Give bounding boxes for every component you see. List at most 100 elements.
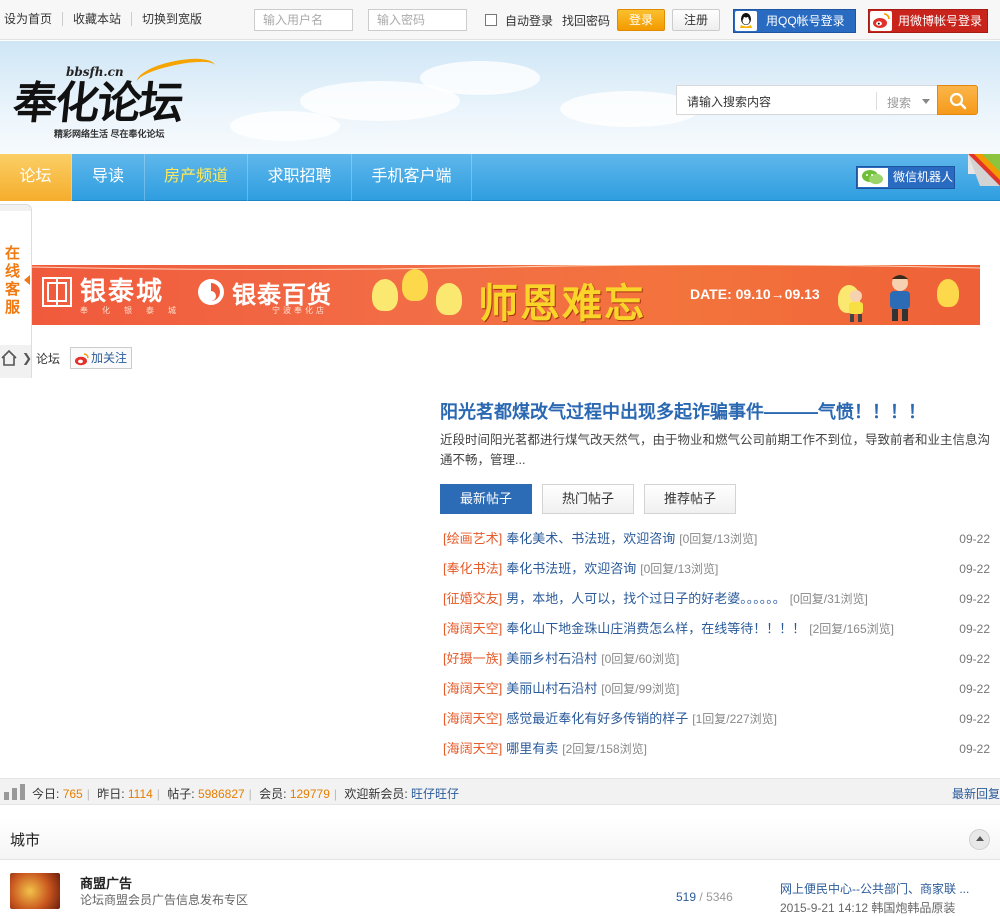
post-category[interactable]: [奉化书法] bbox=[443, 561, 502, 576]
post-category[interactable]: [海阔天空] bbox=[443, 711, 502, 726]
post-category[interactable]: [绘画艺术] bbox=[443, 531, 502, 546]
child-illustration bbox=[849, 290, 863, 322]
stats-row: 今日: 765 | 昨日: 1114 | 帖子: 5986827 | 会员: 1297… bbox=[32, 787, 460, 801]
forum-counts: 519 / 5346 bbox=[676, 890, 733, 904]
forum-post-count: 5346 bbox=[706, 890, 733, 904]
stat-posts: 5986827 bbox=[197, 787, 245, 801]
weibo-login-button[interactable]: 用微博帐号登录 bbox=[868, 9, 988, 33]
nav-item-forum[interactable]: 论坛 bbox=[0, 154, 72, 201]
wechat-robot-button[interactable]: 微信机器人 bbox=[856, 166, 955, 189]
cloud-decoration bbox=[230, 111, 340, 141]
username-input[interactable]: 输入用户名 bbox=[254, 9, 353, 31]
qq-login-button[interactable]: 用QQ帐号登录 bbox=[733, 9, 856, 33]
banner-brand2-sub: 宁波奉化店 bbox=[272, 306, 327, 315]
follow-label: 加关注 bbox=[91, 351, 128, 365]
featured-title[interactable]: 阳光茗都煤改气过程中出现多起诈骗事件———气愤！！！！ bbox=[440, 398, 926, 424]
city-section-title: 城市 bbox=[10, 832, 41, 849]
tab-latest[interactable]: 最新帖子 bbox=[440, 484, 532, 514]
main-nav: 论坛 导读 房产频道 求职招聘 手机客户端 微信机器人 bbox=[0, 154, 1000, 201]
post-title[interactable]: 美丽乡村石沿村 bbox=[506, 651, 597, 666]
post-date: 09-22 bbox=[959, 652, 990, 666]
post-stats: [0回复/31浏览] bbox=[789, 592, 868, 606]
forum-topic-count: 519 bbox=[676, 890, 697, 904]
search-button[interactable] bbox=[937, 85, 978, 115]
post-category[interactable]: [海阔天空] bbox=[443, 621, 502, 636]
post-title[interactable]: 感觉最近奉化有好多传销的样子 bbox=[506, 711, 688, 726]
forum-last-post-link[interactable]: 网上便民中心--公共部门、商家联 ... bbox=[780, 880, 969, 897]
post-title[interactable]: 美丽山村石沿村 bbox=[506, 681, 597, 696]
breadcrumb-current[interactable]: 论坛 bbox=[36, 350, 60, 367]
nav-item-mobile[interactable]: 手机客户端 bbox=[352, 154, 472, 201]
list-item: [海阔天空] 美丽山村石沿村 [0回复/99浏览] 09-22 bbox=[443, 679, 990, 709]
banner-slogan: 师恩难忘 bbox=[478, 280, 646, 325]
search-input[interactable]: 请输入搜索内容 bbox=[687, 93, 771, 110]
corner-ribbon bbox=[968, 154, 1000, 186]
list-item: [征婚交友] 男，本地，人可以，找个过日子的好老婆。。。。。。 [0回复/31浏览]… bbox=[443, 589, 990, 619]
tab-recommended[interactable]: 推荐帖子 bbox=[644, 484, 736, 514]
set-homepage-link[interactable]: 设为首页 bbox=[4, 12, 62, 26]
find-password-link[interactable]: 找回密码 bbox=[562, 12, 610, 29]
post-category[interactable]: [海阔天空] bbox=[443, 741, 502, 756]
new-member-link[interactable]: 旺仔旺仔 bbox=[411, 787, 459, 801]
nav-item-jobs[interactable]: 求职招聘 bbox=[248, 154, 352, 201]
collapse-toggle-icon[interactable] bbox=[969, 829, 990, 850]
qq-login-label: 用QQ帐号登录 bbox=[766, 14, 845, 28]
stat-yesterday-label: 昨日: bbox=[97, 787, 125, 801]
post-title[interactable]: 奉化山下地金珠山庄消费怎么样，在线等待！！！！ bbox=[506, 621, 805, 636]
post-stats: [1回复/227浏览] bbox=[692, 712, 777, 726]
nav-item-guide[interactable]: 导读 bbox=[72, 154, 145, 201]
banner-date: DATE: 09.10→09.13 bbox=[690, 286, 820, 302]
list-item: [好摄一族] 美丽乡村石沿村 [0回复/60浏览] 09-22 bbox=[443, 649, 990, 679]
search-box[interactable]: 请输入搜索内容 搜索 bbox=[676, 85, 938, 115]
bookmark-link[interactable]: 收藏本站 bbox=[62, 12, 131, 26]
latest-reply-link[interactable]: 最新回复 bbox=[952, 785, 1000, 802]
wechat-robot-label: 微信机器人 bbox=[893, 170, 954, 184]
tab-hot[interactable]: 热门帖子 bbox=[542, 484, 634, 514]
forum-row: 商盟广告 论坛商盟会员广告信息发布专区 519 / 5346 网上便民中心--公… bbox=[0, 861, 1000, 915]
post-title[interactable]: 奉化书法班，欢迎咨询 bbox=[506, 561, 636, 576]
auto-login-label: 自动登录 bbox=[505, 14, 554, 28]
top-bar: 设为首页 收藏本站 切换到宽版 输入用户名 输入密码 自动登录 找回密码 登录 … bbox=[0, 0, 1000, 40]
post-date: 09-22 bbox=[959, 742, 990, 756]
password-input[interactable]: 输入密码 bbox=[368, 9, 467, 31]
site-header: bbsfh.cn 奉化论坛 精彩网络生活 尽在奉化论坛 请输入搜索内容 搜索 bbox=[0, 41, 1000, 154]
post-title[interactable]: 哪里有卖 bbox=[506, 741, 558, 756]
chevron-down-icon[interactable] bbox=[922, 99, 930, 104]
post-category[interactable]: [海阔天空] bbox=[443, 681, 502, 696]
online-service-inner: 在线客服 bbox=[0, 211, 32, 345]
search-type-select[interactable]: 搜索 bbox=[887, 94, 911, 111]
bar-chart-icon bbox=[4, 784, 26, 803]
post-date: 09-22 bbox=[959, 712, 990, 726]
login-button[interactable]: 登录 bbox=[617, 9, 665, 31]
stat-today: 765 bbox=[62, 787, 83, 801]
stat-yesterday: 1114 bbox=[127, 787, 153, 801]
yintai-logo-icon bbox=[42, 277, 72, 307]
list-item: [奉化书法] 奉化书法班，欢迎咨询 [0回复/13浏览] 09-22 bbox=[443, 559, 990, 589]
switch-wide-link[interactable]: 切换到宽版 bbox=[131, 12, 212, 26]
home-icon[interactable] bbox=[0, 349, 18, 370]
stat-posts-label: 帖子: bbox=[167, 787, 195, 801]
ad-banner[interactable]: 银泰城 奉化银泰城 银泰百货 宁波奉化店 师恩难忘 DATE: 09.10→09… bbox=[32, 265, 980, 325]
post-category[interactable]: [征婚交友] bbox=[443, 591, 502, 606]
auto-login-checkbox[interactable] bbox=[485, 14, 497, 26]
post-date: 09-22 bbox=[959, 562, 990, 576]
stat-members-label: 会员: bbox=[259, 787, 287, 801]
nav-item-house[interactable]: 房产频道 bbox=[145, 154, 248, 201]
forum-stats-bar: 今日: 765 | 昨日: 1114 | 帖子: 5986827 | 会员: 1297… bbox=[0, 778, 1000, 805]
list-item: [海阔天空] 奉化山下地金珠山庄消费怎么样，在线等待！！！！ [2回复/165浏览]… bbox=[443, 619, 990, 649]
post-title[interactable]: 奉化美术、书法班，欢迎咨询 bbox=[506, 531, 675, 546]
lightbulb-decoration bbox=[372, 279, 398, 311]
forum-thumbnail[interactable] bbox=[10, 873, 60, 909]
list-item: [海阔天空] 感觉最近奉化有好多传销的样子 [1回复/227浏览] 09-22 bbox=[443, 709, 990, 739]
register-button[interactable]: 注册 bbox=[672, 9, 720, 31]
weibo-icon bbox=[870, 11, 892, 31]
forum-name[interactable]: 商盟广告 bbox=[80, 873, 132, 892]
post-title[interactable]: 男，本地，人可以，找个过日子的好老婆。。。。。。 bbox=[506, 591, 786, 606]
list-item: [绘画艺术] 奉化美术、书法班，欢迎咨询 [0回复/13浏览] 09-22 bbox=[443, 529, 990, 559]
follow-button[interactable]: 加关注 bbox=[70, 347, 132, 369]
post-category[interactable]: [好摄一族] bbox=[443, 651, 502, 666]
site-logo[interactable]: bbsfh.cn 奉化论坛 精彩网络生活 尽在奉化论坛 bbox=[11, 52, 218, 139]
cloud-decoration bbox=[420, 61, 540, 95]
post-date: 09-22 bbox=[959, 622, 990, 636]
banner-brand1: 银泰城 bbox=[80, 276, 165, 306]
